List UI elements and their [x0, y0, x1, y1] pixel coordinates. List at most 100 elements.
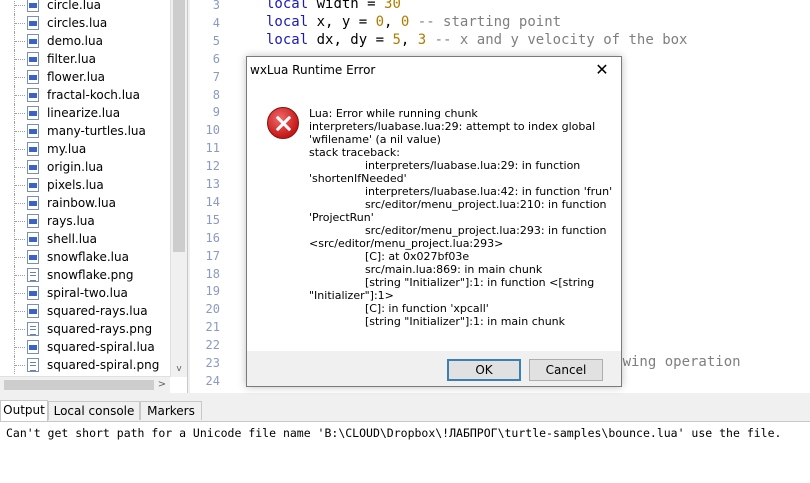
lua-file-icon [27, 106, 39, 120]
file-tree-item[interactable]: my.lua [0, 140, 170, 158]
tree-branch-line [15, 149, 25, 150]
file-name: flower.lua [47, 70, 106, 84]
code-line: local width = 30 [266, 0, 401, 12]
output-panel[interactable]: Can't get short path for a Unicode file … [0, 422, 810, 483]
scroll-right-icon[interactable]: > [154, 377, 170, 393]
file-tree-item[interactable]: origin.lua [0, 158, 170, 176]
comment-token: -- x and y velocity of the box [434, 31, 688, 48]
file-tree-item[interactable]: rainbow.lua [0, 194, 170, 212]
file-name: circles.lua [47, 16, 108, 30]
comment-token: -- starting point [417, 13, 562, 30]
tree-branch-line [15, 41, 25, 42]
line-number: 16 [205, 230, 220, 245]
number-token: 0 [375, 13, 385, 30]
code-token: width = [308, 0, 385, 12]
file-tree-item[interactable]: linearize.lua [0, 104, 170, 122]
line-number: 8 [212, 87, 220, 102]
tree-branch-line [15, 275, 25, 276]
line-number: 17 [205, 248, 220, 263]
error-message-line: interpreters/luabase.lua:42: in function… [309, 185, 613, 198]
lua-file-icon [27, 304, 39, 318]
file-tree-item[interactable]: squared-rays.lua [0, 302, 170, 320]
error-message-line: "Initializer"]:1> [309, 289, 394, 302]
file-tree-item[interactable]: spiral-two.lua [0, 284, 170, 302]
file-tree-item[interactable]: snowflake.png [0, 266, 170, 284]
error-message-line: src/editor/menu_project.lua:210: in func… [309, 198, 607, 211]
ok-button[interactable]: OK [447, 359, 521, 381]
tab-output[interactable]: Output [0, 400, 48, 421]
line-number: 11 [205, 141, 220, 156]
cancel-button[interactable]: Cancel [529, 359, 603, 381]
error-message-line: interpreters/luabase.lua:29: attempt to … [309, 120, 596, 133]
tab-local-console[interactable]: Local console [48, 401, 140, 420]
lua-file-icon [27, 178, 39, 192]
file-tree-item[interactable]: many-turtles.lua [0, 122, 170, 140]
error-message-line: src/main.lua:869: in main chunk [309, 263, 543, 276]
error-message-line: interpreters/luabase.lua:29: in function [309, 159, 581, 172]
code-line: local dx, dy = 5, 3 -- x and y velocity … [266, 32, 688, 48]
error-message-line: [C]: in function 'xpcall' [309, 302, 489, 315]
keyword-token: local [266, 13, 309, 30]
tree-branch-line [15, 221, 25, 222]
error-message-line: [string "Initializer"]:1: in main chunk [309, 315, 566, 328]
lua-file-icon [27, 52, 39, 66]
tree-horizontal-scroll-thumb[interactable] [4, 380, 154, 390]
lua-file-icon [27, 340, 39, 354]
image-file-icon [27, 268, 39, 282]
code-token: , [384, 13, 401, 30]
file-tree-item[interactable]: filter.lua [0, 50, 170, 68]
tree-branch-line [15, 167, 25, 168]
lua-file-icon [27, 196, 39, 210]
scroll-down-icon[interactable]: v [171, 361, 187, 377]
file-tree-item[interactable]: squared-spiral.png [0, 356, 170, 374]
tree-vertical-scroll-thumb[interactable] [173, 0, 185, 252]
number-token: 30 [384, 0, 401, 12]
code-line: local x, y = 0, 0 -- starting point [266, 14, 561, 30]
file-name: rainbow.lua [47, 196, 117, 210]
file-tree-list: circle.lua circles.lua demo.lua filter.lua f… [0, 0, 170, 374]
file-tree-item[interactable]: shell.lua [0, 230, 170, 248]
tree-vertical-scrollbar[interactable]: v [170, 0, 187, 377]
file-name: fractal-koch.lua [47, 88, 141, 102]
line-number: 24 [205, 373, 220, 388]
error-icon [267, 107, 299, 139]
file-tree-item[interactable]: flower.lua [0, 68, 170, 86]
tree-branch-line [15, 311, 25, 312]
error-message-line: src/editor/menu_project.lua:293: in func… [309, 224, 607, 237]
file-name: shell.lua [47, 232, 98, 246]
file-tree-item[interactable]: circle.lua [0, 0, 170, 14]
line-number: 21 [205, 320, 220, 335]
line-number: 15 [205, 212, 220, 227]
file-tree-item[interactable]: snowflake.lua [0, 248, 170, 266]
file-tree-item[interactable]: squared-rays.png [0, 320, 170, 338]
line-number: 13 [205, 177, 220, 191]
line-number: 9 [212, 105, 220, 120]
line-number: 18 [205, 266, 220, 281]
output-message: Can't get short path for a Unicode file … [6, 426, 782, 440]
tab-markers[interactable]: Markers [140, 401, 202, 420]
file-tree-item[interactable]: circles.lua [0, 14, 170, 32]
close-icon[interactable]: ✕ [591, 59, 613, 81]
tree-guide-line [14, 0, 15, 14]
error-message-line: [string "Initializer"]:1: in function <[… [309, 276, 595, 289]
error-message-line: 'wfilename' (a nil value) [309, 133, 441, 146]
code-token: , [400, 31, 418, 48]
file-tree-item[interactable]: fractal-koch.lua [0, 86, 170, 104]
file-tree-item[interactable]: squared-spiral.lua [0, 338, 170, 356]
file-tree-item[interactable]: demo.lua [0, 32, 170, 50]
line-number: 10 [205, 123, 220, 138]
bottom-panel-tabs: Output Local console Markers [0, 399, 810, 422]
file-name: origin.lua [47, 160, 104, 174]
tree-branch-line [15, 203, 25, 204]
file-name: squared-spiral.png [47, 358, 160, 372]
lua-file-icon [27, 16, 39, 30]
lua-file-icon [27, 0, 39, 12]
image-file-icon [27, 322, 39, 336]
lua-file-icon [27, 70, 39, 84]
file-name: squared-rays.png [47, 322, 153, 336]
tree-horizontal-scrollbar[interactable]: > [0, 376, 170, 393]
file-tree-item[interactable]: pixels.lua [0, 176, 170, 194]
file-tree-item[interactable]: rays.lua [0, 212, 170, 230]
file-name: circle.lua [47, 0, 102, 12]
